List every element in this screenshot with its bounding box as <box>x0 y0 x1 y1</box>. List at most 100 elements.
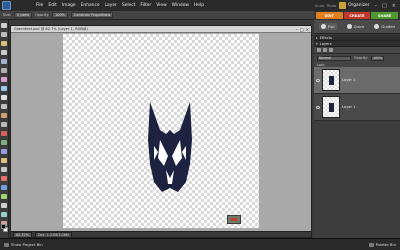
document-title[interactable]: Greenfeet.psd @ 62.7% (Layer 1, RGB/8) <box>11 26 311 33</box>
image-canvas[interactable] <box>63 34 259 228</box>
visibility-eye-icon[interactable] <box>316 78 320 82</box>
mode-tabs: EDIT CREATE SHARE <box>314 11 400 20</box>
blend-mode-select[interactable]: Normal <box>317 55 351 61</box>
top-right-controls: Undo Redo Organizer – □ × <box>315 0 396 11</box>
move-icon[interactable] <box>1 23 7 28</box>
zoom-icon[interactable] <box>1 32 7 37</box>
lasso-icon[interactable] <box>1 68 7 73</box>
constrain-option[interactable]: Constrain Proportions <box>70 12 114 18</box>
document-window: Greenfeet.psd @ 62.7% (Layer 1, RGB/8) –… <box>10 25 312 238</box>
menu-view[interactable]: View <box>156 0 166 11</box>
gradient-icon[interactable] <box>1 194 7 199</box>
doc-close-icon[interactable]: × <box>306 27 309 32</box>
menu-layer[interactable]: Layer <box>105 0 117 11</box>
eraser-icon[interactable] <box>1 158 7 163</box>
menu-select[interactable]: Select <box>122 0 136 11</box>
pencil-icon[interactable] <box>1 167 7 172</box>
quick-edit-icon <box>346 24 352 29</box>
show-project-bin-button[interactable]: Show Project Bin <box>4 242 43 247</box>
selection-brush-icon[interactable] <box>1 86 7 91</box>
eyedropper-icon[interactable] <box>1 50 7 55</box>
subtab-guided-label: Guided <box>381 24 395 29</box>
paint-bucket-icon[interactable] <box>1 185 7 190</box>
palette-bin-label: Palette Bin <box>375 242 396 247</box>
menu-window[interactable]: Window <box>172 0 189 11</box>
clone-stamp-icon[interactable] <box>1 149 7 154</box>
delete-layer-icon[interactable] <box>329 48 333 52</box>
palette-bin-button[interactable]: Palette Bin <box>368 242 396 247</box>
subtab-full[interactable]: Full <box>319 23 337 30</box>
doc-minimize-icon[interactable]: – <box>296 27 298 32</box>
subtab-full-label: Full <box>328 24 335 29</box>
panel-empty-area <box>314 131 400 238</box>
blur-icon[interactable] <box>1 212 7 217</box>
hand-icon[interactable] <box>1 41 7 46</box>
brush-icon[interactable] <box>1 176 7 181</box>
small-thumbnail-selection[interactable] <box>227 215 241 224</box>
minimize-button[interactable]: – <box>375 3 378 9</box>
tab-share[interactable]: SHARE <box>371 12 399 19</box>
adjustment-layer-icon[interactable] <box>323 48 327 52</box>
layers-toolbar <box>314 47 400 54</box>
lock-label: Lock: <box>317 62 326 67</box>
layer-thumbnail <box>322 96 340 118</box>
layer-opacity-field[interactable]: 100% <box>370 55 384 61</box>
red-eye-icon[interactable] <box>1 131 7 136</box>
undo-link[interactable]: Undo <box>315 4 324 8</box>
organizer-button[interactable]: Organizer <box>339 2 370 9</box>
organizer-label: Organizer <box>348 3 370 8</box>
visibility-eye-icon[interactable] <box>316 105 320 109</box>
subtab-quick[interactable]: Quick <box>346 24 365 29</box>
layer-list: Layer 1 Layer 1 <box>314 67 400 121</box>
straighten-icon[interactable] <box>1 122 7 127</box>
opacity-field[interactable]: 100% <box>52 12 68 18</box>
project-bin-icon <box>4 242 9 247</box>
tool-options-bar: Size: 0 pxels Opacity: 100% Constrain Pr… <box>0 11 314 20</box>
project-bin-label: Show Project Bin <box>11 242 43 247</box>
crop-icon[interactable] <box>1 104 7 109</box>
guided-edit-icon <box>374 24 380 29</box>
maximize-button[interactable]: □ <box>382 3 387 9</box>
menu-filter[interactable]: Filter <box>140 0 151 11</box>
menu-file[interactable]: File <box>36 0 43 11</box>
collapse-triangle-icon: ▸ <box>316 35 318 40</box>
menu-edit[interactable]: Edit <box>48 0 57 11</box>
foreground-color-swatch[interactable] <box>1 224 6 229</box>
close-button[interactable]: × <box>392 3 396 9</box>
new-layer-icon[interactable] <box>317 48 321 52</box>
photoshop-elements-window: File Edit Image Enhance Layer Select Fil… <box>0 0 400 250</box>
layer-name: Layer 1 <box>342 105 356 109</box>
size-field[interactable]: 0 pxels <box>14 12 33 18</box>
doc-maximize-icon[interactable]: □ <box>300 27 304 32</box>
tab-create[interactable]: CREATE <box>343 12 371 19</box>
text-icon[interactable] <box>1 95 7 100</box>
full-edit-icon <box>321 24 327 29</box>
layer-thumbnail <box>322 69 340 91</box>
redo-link[interactable]: Redo <box>327 4 336 8</box>
organizer-icon <box>339 2 347 9</box>
document-controls: – □ × <box>296 26 309 33</box>
healing-icon[interactable] <box>1 140 7 145</box>
shape-icon[interactable] <box>1 203 7 208</box>
zoom-field[interactable]: 62.72% <box>13 231 32 238</box>
opacity-label: Opacity: <box>35 13 50 17</box>
app-logo-icon <box>2 1 11 10</box>
subtab-guided[interactable]: Guided <box>374 24 395 29</box>
menu-items: File Edit Image Enhance Layer Select Fil… <box>36 0 209 11</box>
document-info: Doc: 1.21M/3.06M <box>34 231 72 238</box>
toolbox <box>0 20 9 238</box>
blend-row: Normal Opacity: 100% <box>314 54 400 62</box>
layers-title: Layers <box>319 41 332 46</box>
subtab-quick-label: Quick <box>353 24 365 29</box>
layer-row[interactable]: Layer 1 <box>314 67 400 94</box>
layer-row[interactable]: Layer 1 <box>314 94 400 121</box>
layer-opacity-label: Opacity: <box>354 56 368 60</box>
tab-edit[interactable]: EDIT <box>316 12 343 19</box>
marquee-icon[interactable] <box>1 59 7 64</box>
menu-enhance[interactable]: Enhance <box>81 0 100 11</box>
menu-help[interactable]: Help <box>194 0 204 11</box>
magic-wand-icon[interactable] <box>1 77 7 82</box>
artwork-image <box>148 102 192 192</box>
cookie-cutter-icon[interactable] <box>1 113 7 118</box>
menu-image[interactable]: Image <box>62 0 76 11</box>
